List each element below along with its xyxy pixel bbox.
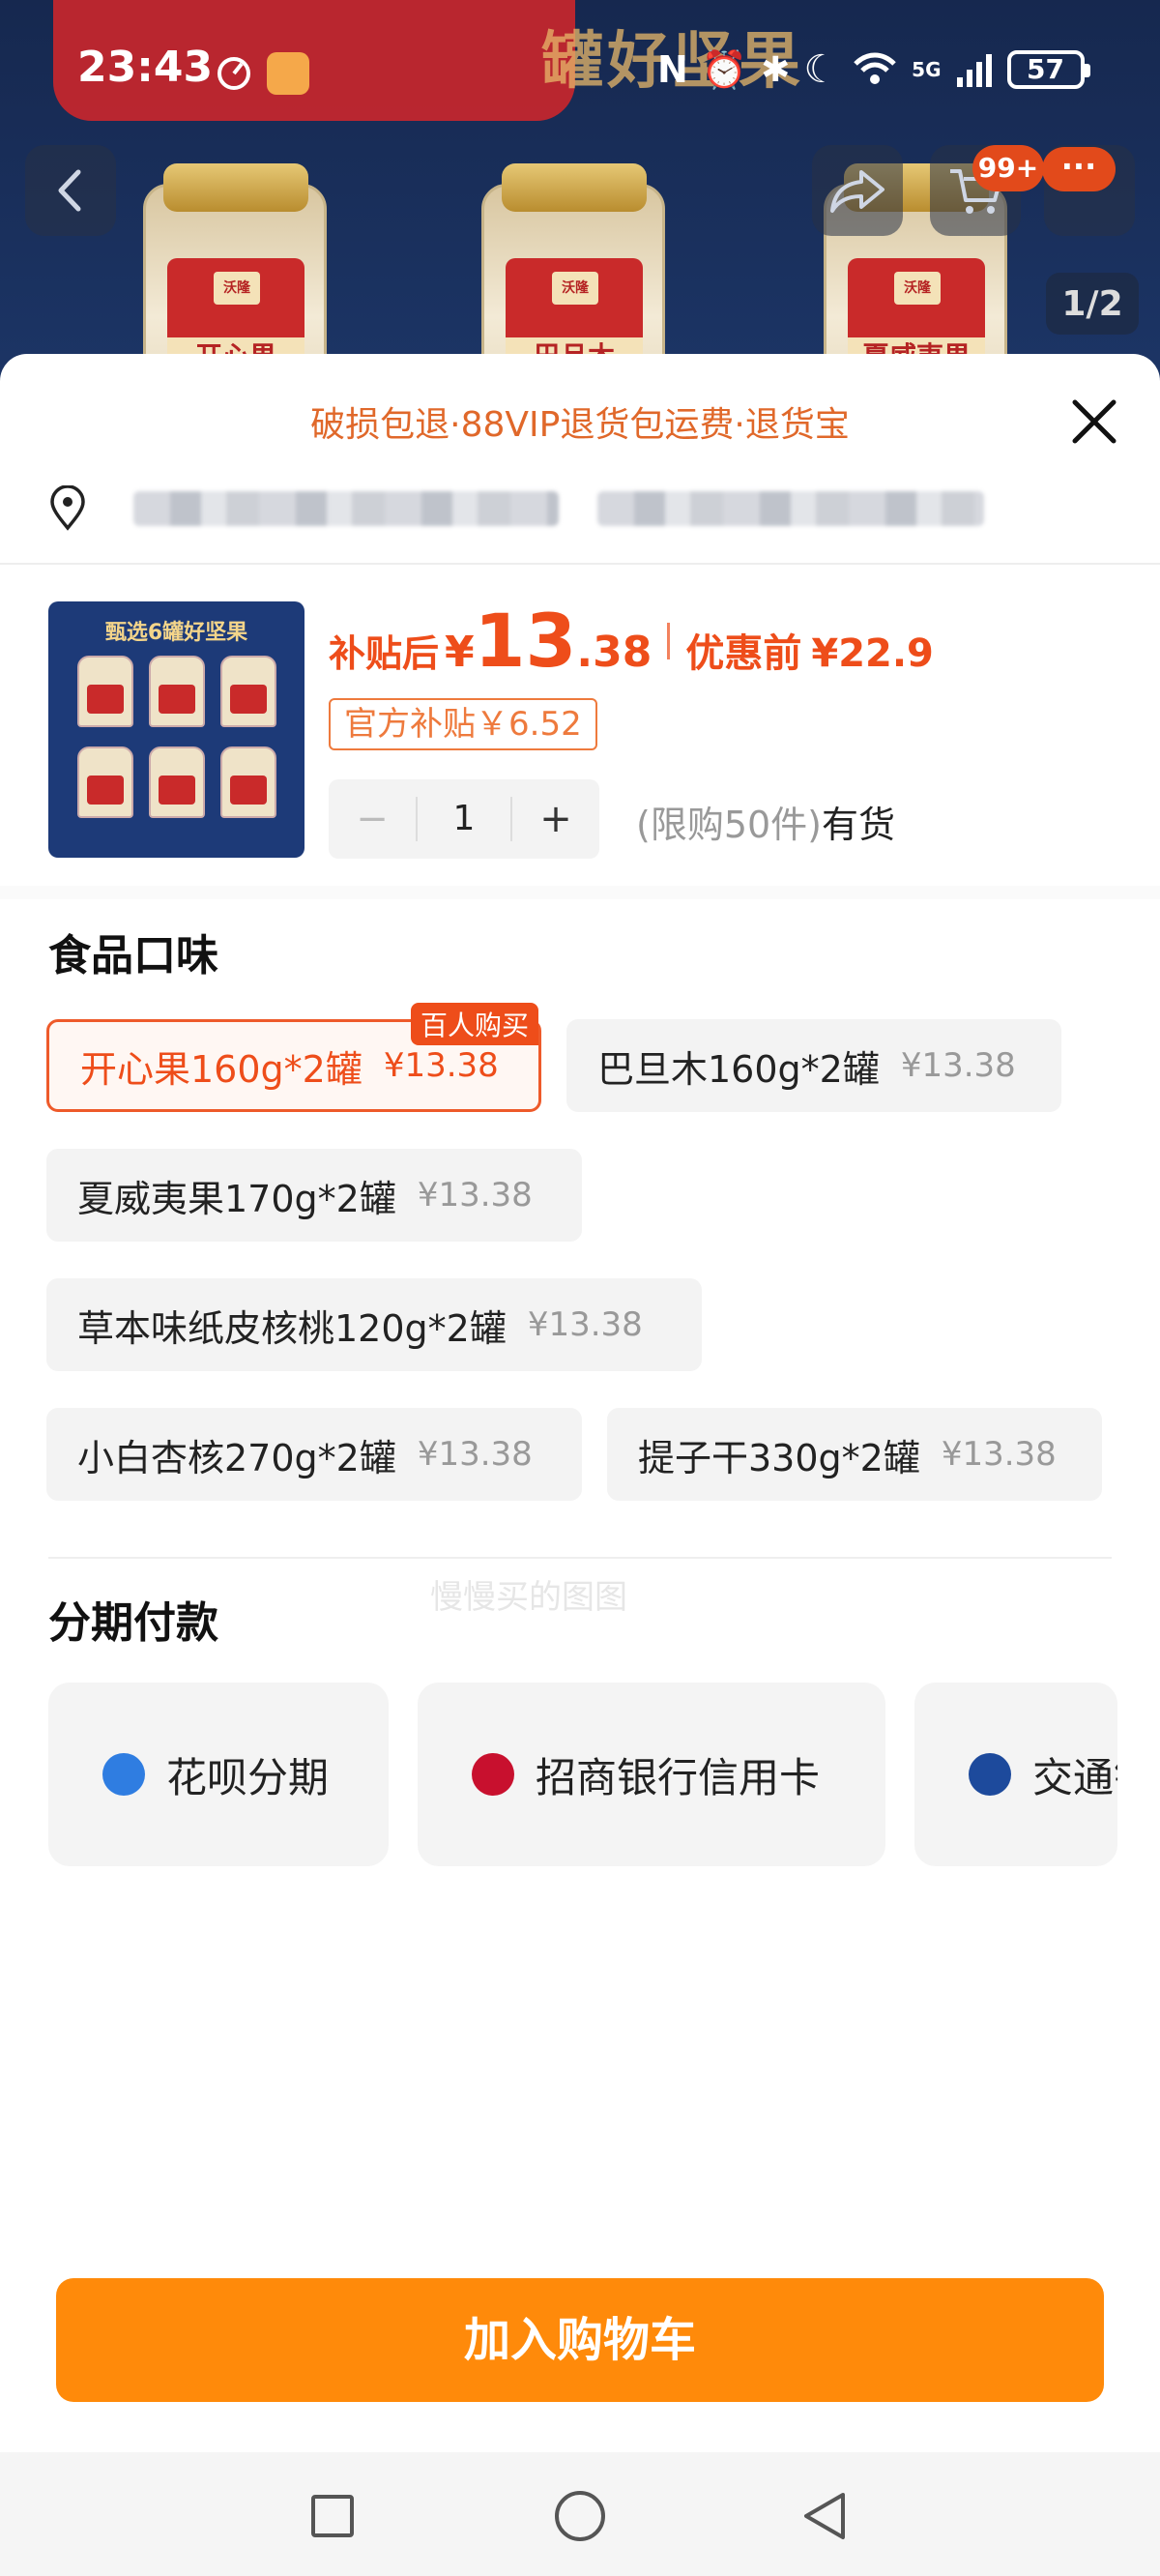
- cart-count-badge: 99+: [972, 145, 1044, 191]
- app-notification-icon: [267, 52, 309, 95]
- wifi-icon: [854, 52, 896, 84]
- flavor-option[interactable]: 夏威夷果170g*2罐 ¥13.38: [46, 1149, 582, 1242]
- alarm-icon: ⏰: [701, 47, 748, 91]
- shipping-address[interactable]: [48, 482, 1131, 536]
- watermark: 慢慢买的图图: [430, 1578, 627, 1617]
- flavor-price: ¥13.38: [383, 1046, 499, 1085]
- stock-status: (限购50件)有货: [636, 795, 895, 848]
- flavor-name: 巴旦木160g*2罐: [597, 1047, 880, 1091]
- flavor-option-selected[interactable]: 开心果160g*2罐 ¥13.38 百人购买: [46, 1003, 541, 1112]
- currency-symbol: ¥: [445, 628, 475, 677]
- dnd-moon-icon: ☾: [803, 47, 839, 92]
- flavor-option[interactable]: 草本味纸皮核桃120g*2罐 ¥13.38: [46, 1278, 702, 1371]
- installment-section-title: 分期付款: [48, 1598, 218, 1648]
- status-time: 23:43: [77, 43, 214, 92]
- flavor-option[interactable]: 小白杏核270g*2罐 ¥13.38: [46, 1408, 582, 1501]
- divider: [0, 886, 1160, 899]
- price-separator: [667, 622, 671, 659]
- installment-label: 交通银: [1032, 1753, 1117, 1801]
- official-subsidy-badge: 官方补贴￥6.52: [329, 698, 597, 750]
- divider: [48, 1557, 1112, 1559]
- original-price: ¥22.9: [811, 631, 934, 676]
- purchase-limit: (限购50件): [636, 804, 823, 846]
- system-nav-bar: [0, 2452, 1160, 2576]
- flavor-price: ¥13.38: [900, 1046, 1016, 1085]
- stock-label: 有货: [822, 804, 896, 846]
- recents-icon[interactable]: [311, 2495, 354, 2537]
- flavor-name: 提子干330g*2罐: [638, 1436, 920, 1479]
- flavor-name: 开心果160g*2罐: [80, 1047, 362, 1091]
- quantity-stepper: − 1 +: [329, 779, 599, 859]
- decrease-quantity-button[interactable]: −: [329, 797, 416, 841]
- price-decimal: .38: [576, 628, 652, 677]
- back-icon: [58, 169, 81, 212]
- huabei-icon: [102, 1753, 145, 1796]
- data-saver-icon: [218, 57, 250, 90]
- installment-option-bocom[interactable]: 交通银: [914, 1683, 1117, 1866]
- service-promo: 破损包退·88VIP退货包运费·退货宝: [310, 405, 850, 445]
- increase-quantity-button[interactable]: +: [512, 797, 599, 841]
- flavor-name: 小白杏核270g*2罐: [77, 1436, 396, 1479]
- flavor-price: ¥13.38: [527, 1305, 643, 1344]
- divider: [0, 563, 1160, 565]
- cart-button[interactable]: 99+: [930, 145, 1044, 236]
- address-redacted: [597, 491, 984, 526]
- installment-option-huabei[interactable]: 花呗分期: [48, 1683, 389, 1866]
- original-price-label: 优惠前: [685, 631, 802, 676]
- location-pin-icon: [50, 485, 85, 531]
- share-button[interactable]: [812, 145, 903, 236]
- flavor-name: 草本味纸皮核桃120g*2罐: [77, 1306, 507, 1350]
- bocom-icon: [969, 1753, 1011, 1796]
- cmb-icon: [472, 1753, 514, 1796]
- more-icon: ···: [1042, 147, 1116, 191]
- flavor-section-title: 食品口味: [48, 931, 218, 981]
- signal-icon: [956, 54, 992, 87]
- battery-icon: 57: [1006, 50, 1090, 89]
- back-nav-icon[interactable]: [798, 2489, 853, 2543]
- network-type: 5G: [912, 58, 942, 81]
- address-redacted: [133, 491, 559, 526]
- add-to-cart-button[interactable]: 加入购物车: [56, 2278, 1104, 2402]
- flavor-option[interactable]: 巴旦木160g*2罐 ¥13.38: [566, 1019, 1061, 1112]
- product-thumbnail[interactable]: 甄选6罐好坚果: [48, 601, 304, 858]
- share-icon: [830, 170, 884, 213]
- subsidy-price-label: 补贴后: [329, 632, 440, 675]
- sku-selection-sheet: 破损包退·88VIP退货包运费·退货宝 甄选6罐好坚果 补贴后 ¥ 13 .38…: [0, 354, 1160, 2452]
- quantity-value[interactable]: 1: [416, 797, 512, 841]
- home-icon[interactable]: [555, 2491, 605, 2541]
- price-integer: 13: [474, 598, 577, 684]
- back-button[interactable]: [25, 145, 116, 236]
- flavor-price: ¥13.38: [417, 1176, 533, 1215]
- installment-option-cmb[interactable]: 招商银行信用卡: [418, 1683, 885, 1866]
- flavor-price: ¥13.38: [941, 1435, 1057, 1474]
- popular-tag: 百人购买: [410, 1003, 538, 1045]
- flavor-option[interactable]: 提子干330g*2罐 ¥13.38: [607, 1408, 1102, 1501]
- nfc-icon: N: [657, 48, 688, 91]
- installment-label: 花呗分期: [166, 1753, 330, 1801]
- image-page-indicator: 1/2: [1046, 273, 1139, 335]
- flavor-price: ¥13.38: [417, 1435, 533, 1474]
- bluetooth-icon: ✱: [761, 49, 791, 90]
- close-icon[interactable]: [1063, 391, 1125, 453]
- more-button[interactable]: ···: [1042, 145, 1135, 236]
- price-row: 补贴后 ¥ 13 .38 优惠前 ¥22.9: [329, 598, 934, 684]
- flavor-name: 夏威夷果170g*2罐: [77, 1177, 396, 1220]
- status-bar: 23:43 N ⏰ ✱ ☾ 5G 57: [0, 0, 1160, 145]
- installment-label: 招商银行信用卡: [536, 1753, 821, 1801]
